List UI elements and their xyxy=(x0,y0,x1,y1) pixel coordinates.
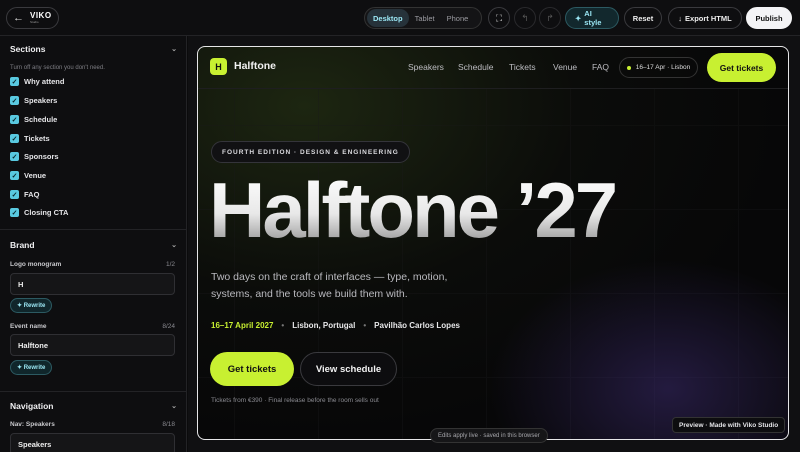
sections-header[interactable]: Sections ⌄ xyxy=(10,44,177,54)
status-dot-icon xyxy=(626,65,631,70)
checkmark-icon: ✓ xyxy=(10,190,19,199)
meta-separator: • xyxy=(363,321,367,330)
ticket-fineprint: Tickets from €390 · Final release before… xyxy=(211,397,379,404)
preview-canvas: H Halftone Speakers Schedule Tickets Ven… xyxy=(188,36,800,452)
site-nav-faq[interactable]: FAQ xyxy=(592,62,609,72)
checkmark-icon: ✓ xyxy=(10,115,19,124)
section-toggle-venue[interactable]: ✓ Venue xyxy=(10,171,46,180)
sparkle-icon: ✦ xyxy=(575,13,582,23)
live-save-status: Edits apply live · saved in this browser xyxy=(430,428,548,443)
site-preview-frame: H Halftone Speakers Schedule Tickets Ven… xyxy=(197,46,789,440)
export-html-button[interactable]: ↓ Export HTML xyxy=(668,7,742,29)
meta-separator: • xyxy=(281,321,285,330)
ai-style-button[interactable]: ✦ AI style xyxy=(565,7,619,29)
hero-lede: Two days on the craft of interfaces — ty… xyxy=(211,271,448,300)
event-city: Lisbon, Portugal xyxy=(292,321,356,330)
editor-sidebar: Sections ⌄ Turn off any section you don'… xyxy=(0,36,187,452)
char-count: 8/24 xyxy=(162,323,175,330)
download-icon: ↓ xyxy=(678,13,683,23)
chevron-down-icon: ⌄ xyxy=(171,242,177,249)
sections-hint: Turn off any section you don't need. xyxy=(10,65,105,71)
event-venue: Pavilhão Carlos Lopes xyxy=(374,321,460,330)
event-date: 16–17 April 2027 xyxy=(211,321,274,330)
back-to-home-button[interactable]: ← VIKO Studio xyxy=(6,7,59,29)
reset-button[interactable]: Reset xyxy=(624,7,662,29)
logo-monogram-label: Logo monogram 1/2 xyxy=(10,261,175,268)
section-toggle-faq[interactable]: ✓ FAQ xyxy=(10,190,39,199)
sparkle-icon: ✦ xyxy=(17,365,24,371)
sparkle-icon: ✦ xyxy=(17,303,24,309)
char-count: 1/2 xyxy=(165,261,175,268)
redo-icon: ↱ xyxy=(546,12,554,23)
section-toggle-closing-cta[interactable]: ✓ Closing CTA xyxy=(10,208,68,217)
redo-button[interactable]: ↱ xyxy=(539,7,561,29)
checkmark-icon: ✓ xyxy=(10,96,19,105)
section-toggle-tickets[interactable]: ✓ Tickets xyxy=(10,134,50,143)
event-name-input[interactable]: Halftone xyxy=(10,334,175,356)
site-nav-get-tickets-button[interactable]: Get tickets xyxy=(707,53,776,82)
checkmark-icon: ✓ xyxy=(10,134,19,143)
rewrite-event-name-button[interactable]: ✦ Rewrite xyxy=(10,360,53,375)
publish-button[interactable]: Publish xyxy=(746,7,792,29)
top-toolbar: ← VIKO Studio Desktop Tablet Phone ⛶ ↰ ↱… xyxy=(0,0,800,36)
site-nav-speakers[interactable]: Speakers xyxy=(408,62,444,72)
site-nav-schedule[interactable]: Schedule xyxy=(458,62,493,72)
device-switcher: Desktop Tablet Phone xyxy=(364,7,482,29)
navigation-header[interactable]: Navigation ⌄ xyxy=(10,401,177,411)
section-toggle-sponsors[interactable]: ✓ Sponsors xyxy=(10,152,59,161)
section-toggle-speakers[interactable]: ✓ Speakers xyxy=(10,96,57,105)
section-toggle-schedule[interactable]: ✓ Schedule xyxy=(10,115,57,124)
fullscreen-button[interactable]: ⛶ xyxy=(488,7,510,29)
hero-eyebrow: FOURTH EDITION · DESIGN & ENGINEERING xyxy=(211,141,410,163)
site-brand-name[interactable]: Halftone xyxy=(234,60,276,72)
hero-view-schedule-button[interactable]: View schedule xyxy=(300,352,397,386)
char-count: 8/18 xyxy=(162,421,175,428)
hero-get-tickets-button[interactable]: Get tickets xyxy=(210,352,294,386)
device-phone-tab[interactable]: Phone xyxy=(441,9,475,27)
brand-header[interactable]: Brand ⌄ xyxy=(10,240,177,250)
event-date-chip: 16–17 Apr · Lisbon xyxy=(619,57,698,78)
site-header: H Halftone Speakers Schedule Tickets Ven… xyxy=(198,47,788,89)
divider xyxy=(0,391,186,392)
checkmark-icon: ✓ xyxy=(10,152,19,161)
expand-icon: ⛶ xyxy=(495,12,503,23)
arrow-left-icon: ← xyxy=(13,12,24,24)
device-tablet-tab[interactable]: Tablet xyxy=(409,9,441,27)
hero-headline: Halftone ’27 xyxy=(209,166,618,254)
undo-button[interactable]: ↰ xyxy=(514,7,536,29)
chevron-down-icon: ⌄ xyxy=(171,403,177,410)
hero-event-meta: 16–17 April 2027 • Lisbon, Portugal • Pa… xyxy=(211,321,460,330)
app-logo: VIKO Studio xyxy=(30,11,52,24)
undo-icon: ↰ xyxy=(521,12,529,23)
checkmark-icon: ✓ xyxy=(10,208,19,217)
site-nav-tickets[interactable]: Tickets xyxy=(509,62,536,72)
logo-monogram-input[interactable]: H xyxy=(10,273,175,295)
preview-badge: Preview · Made with Viko Studio xyxy=(672,417,786,433)
rewrite-monogram-button[interactable]: ✦ Rewrite xyxy=(10,298,53,313)
site-logo-mark[interactable]: H xyxy=(210,58,227,75)
nav-speakers-label: Nav: Speakers 8/18 xyxy=(10,421,175,428)
site-nav-venue[interactable]: Venue xyxy=(553,62,577,72)
event-name-label: Event name 8/24 xyxy=(10,323,175,330)
checkmark-icon: ✓ xyxy=(10,171,19,180)
divider xyxy=(0,229,186,230)
section-toggle-why-attend[interactable]: ✓ Why attend xyxy=(10,77,64,86)
checkmark-icon: ✓ xyxy=(10,77,19,86)
chevron-down-icon: ⌄ xyxy=(171,46,177,53)
device-desktop-tab[interactable]: Desktop xyxy=(367,9,409,27)
nav-speakers-input[interactable]: Speakers xyxy=(10,433,175,452)
